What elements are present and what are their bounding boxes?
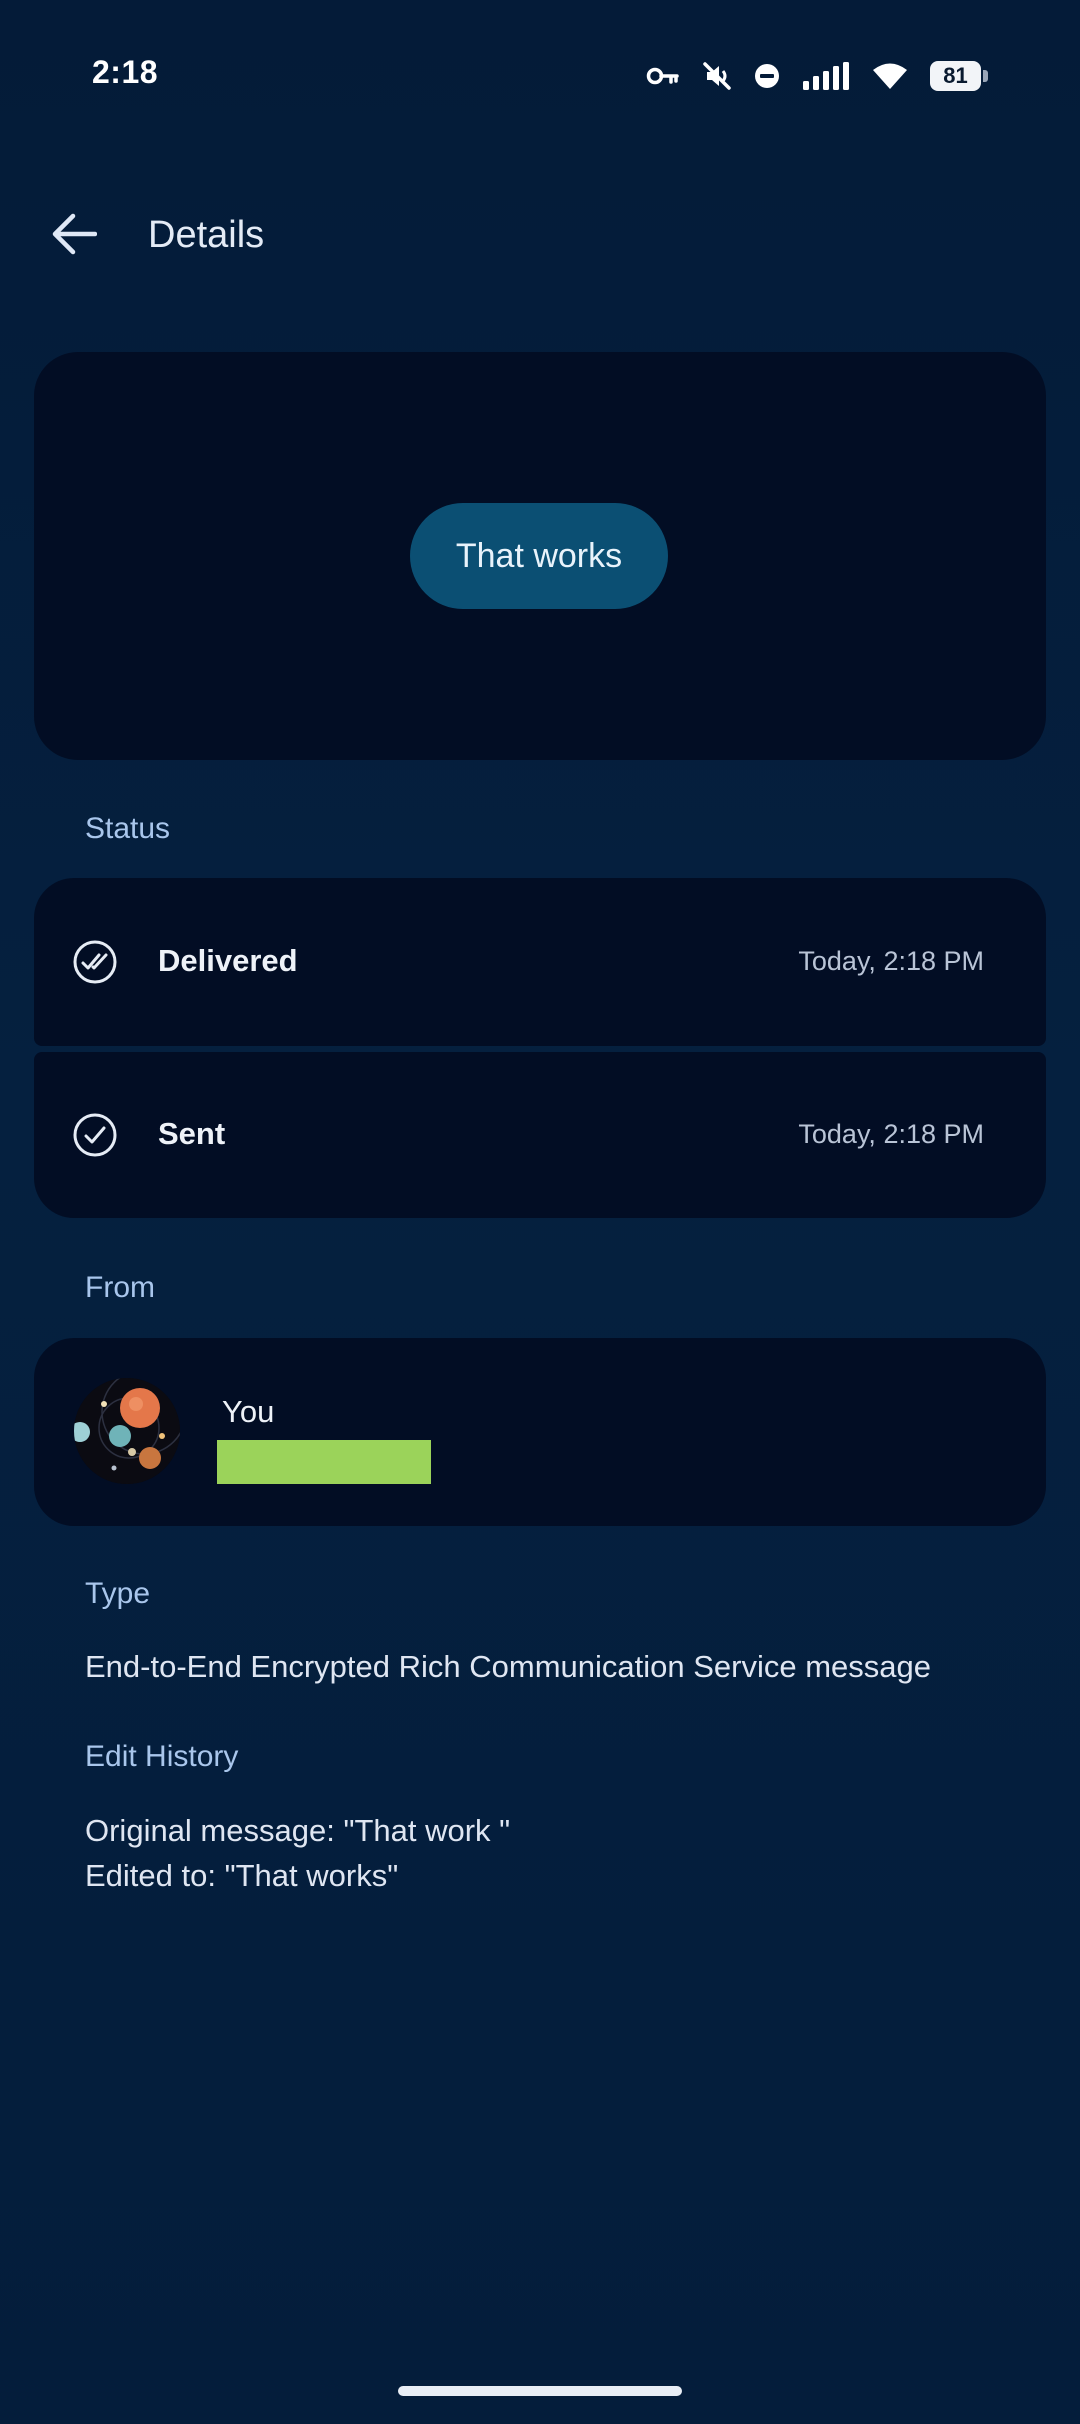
double-check-icon — [72, 939, 118, 985]
status-timestamp: Today, 2:18 PM — [798, 1119, 984, 1149]
status-time: 2:18 — [92, 54, 159, 90]
message-type-value: End-to-End Encrypted Rich Communication … — [85, 1649, 931, 1684]
status-timestamp: Today, 2:18 PM — [798, 946, 984, 976]
edit-history-section-label: Edit History — [85, 1740, 239, 1773]
message-preview-card: That works — [34, 352, 1046, 760]
battery-icon: 81 — [930, 61, 988, 91]
status-row-sent: Sent Today, 2:18 PM — [34, 1052, 1046, 1218]
vpn-key-icon — [646, 65, 680, 87]
page-title: Details — [148, 214, 265, 256]
from-section-label: From — [85, 1271, 155, 1304]
redacted-phone-number — [217, 1440, 431, 1484]
mute-icon — [702, 61, 732, 91]
status-bar: 2:18 81 — [0, 0, 1080, 150]
wifi-icon — [872, 62, 908, 90]
home-indicator[interactable] — [398, 2386, 682, 2396]
do-not-disturb-icon — [754, 63, 780, 89]
status-name: Delivered — [158, 943, 298, 978]
status-row-delivered: Delivered Today, 2:18 PM — [34, 878, 1046, 1046]
app-bar: Details — [0, 190, 1080, 282]
type-section-label: Type — [85, 1577, 151, 1610]
edited-message-text: Edited to: "That works" — [85, 1858, 399, 1893]
sender-name: You — [222, 1394, 275, 1429]
back-button[interactable] — [38, 204, 110, 268]
status-name: Sent — [158, 1116, 226, 1151]
check-icon — [72, 1112, 118, 1158]
avatar — [74, 1378, 180, 1484]
status-section-label: Status — [85, 812, 171, 845]
cellular-signal-icon — [802, 62, 850, 90]
arrow-back-icon — [51, 213, 98, 260]
status-icons: 81 — [646, 58, 988, 94]
battery-level: 81 — [930, 61, 982, 91]
message-bubble: That works — [410, 503, 668, 609]
original-message-text: Original message: "That work " — [85, 1813, 511, 1848]
sender-card[interactable]: You — [34, 1338, 1046, 1526]
